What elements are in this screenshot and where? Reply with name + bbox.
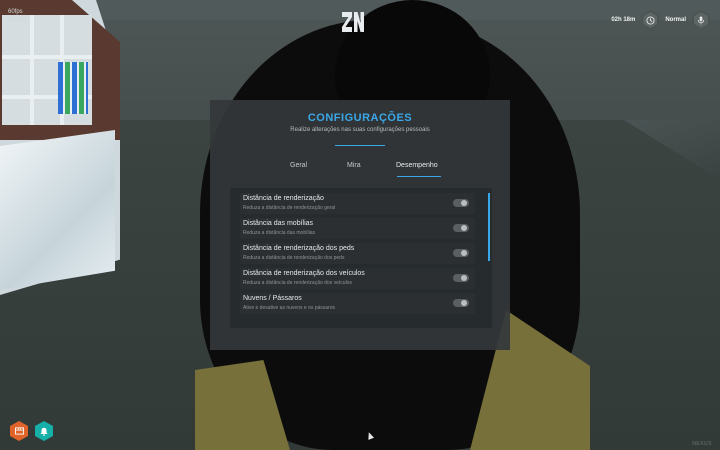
server-logo	[342, 12, 378, 34]
toggle-knob	[461, 225, 467, 231]
options-scrollbar[interactable]	[488, 193, 490, 261]
settings-title: CONFIGURAÇÕES	[307, 112, 413, 124]
option-row-render-distance: Distância de renderização Reduza a distâ…	[240, 193, 475, 214]
title-divider	[335, 145, 385, 146]
voice-value: Normal	[665, 16, 686, 23]
tab-mira[interactable]: Mira	[347, 162, 361, 169]
tab-desempenho[interactable]: Desempenho	[396, 162, 438, 169]
option-row-vehicles-distance: Distância de renderização dos veículos R…	[240, 268, 475, 289]
toggle-knob	[461, 300, 467, 306]
settings-panel: CONFIGURAÇÕES Realize alterações nas sua…	[210, 100, 510, 350]
ping-value: 21ping	[8, 17, 27, 23]
settings-options-list[interactable]: Distância de renderização Reduza a distâ…	[230, 188, 492, 328]
logo-letter-z	[342, 12, 352, 32]
logo-letter-n	[354, 12, 364, 32]
fps-value: 60fps	[8, 9, 23, 15]
watermark: NEXUS	[692, 441, 712, 447]
toggle-knob	[461, 250, 467, 256]
option-title: Distância de renderização dos veículos	[243, 270, 365, 277]
toggle-knob	[461, 200, 467, 206]
option-description: Ative e desative as nuvens e os pássaros	[243, 305, 335, 311]
option-description: Reduza a distância de renderização geral	[243, 205, 336, 211]
voice-block: Normal	[665, 17, 686, 24]
playtime-block: 02h 18m	[611, 17, 635, 24]
option-description: Reduza a distância de renderização dos p…	[243, 255, 345, 261]
microphone-icon	[692, 10, 710, 30]
settings-subtitle: Realize alterações nas suas configuraçõe…	[290, 127, 430, 133]
toggle-peds-distance[interactable]	[453, 249, 469, 257]
option-row-furniture-distance: Distância das mobílias Reduza a distânci…	[240, 218, 475, 239]
toggle-render-distance[interactable]	[453, 199, 469, 207]
option-title: Distância das mobílias	[243, 220, 314, 227]
clock-icon	[641, 10, 660, 30]
playtime-value: 02h 18m	[611, 16, 636, 23]
toggle-furniture-distance[interactable]	[453, 224, 469, 232]
fps-counter: 60fps 21ping	[8, 8, 26, 24]
glass-cabinet	[0, 130, 115, 290]
settings-tabs: Geral Mira Desempenho	[210, 162, 510, 178]
option-title: Distância de renderização	[243, 195, 324, 202]
binders	[58, 62, 88, 114]
option-title: Nuvens / Pássaros	[243, 295, 302, 302]
option-description: Reduza a distância de renderização dos v…	[243, 280, 352, 286]
tab-geral[interactable]: Geral	[290, 162, 307, 169]
hud-status: 02h 18m Normal	[611, 10, 710, 30]
toggle-vehicles-distance[interactable]	[453, 274, 469, 282]
toggle-knob	[461, 275, 467, 281]
active-tab-indicator	[397, 176, 441, 177]
option-row-peds-distance: Distância de renderização dos peds Reduz…	[240, 243, 475, 264]
option-row-clouds-birds: Nuvens / Pássaros Ative e desative as nu…	[240, 293, 475, 314]
option-title: Distância de renderização dos peds	[243, 245, 355, 252]
toggle-clouds-birds[interactable]	[453, 299, 469, 307]
option-description: Reduza a distância das mobílias	[243, 230, 315, 236]
